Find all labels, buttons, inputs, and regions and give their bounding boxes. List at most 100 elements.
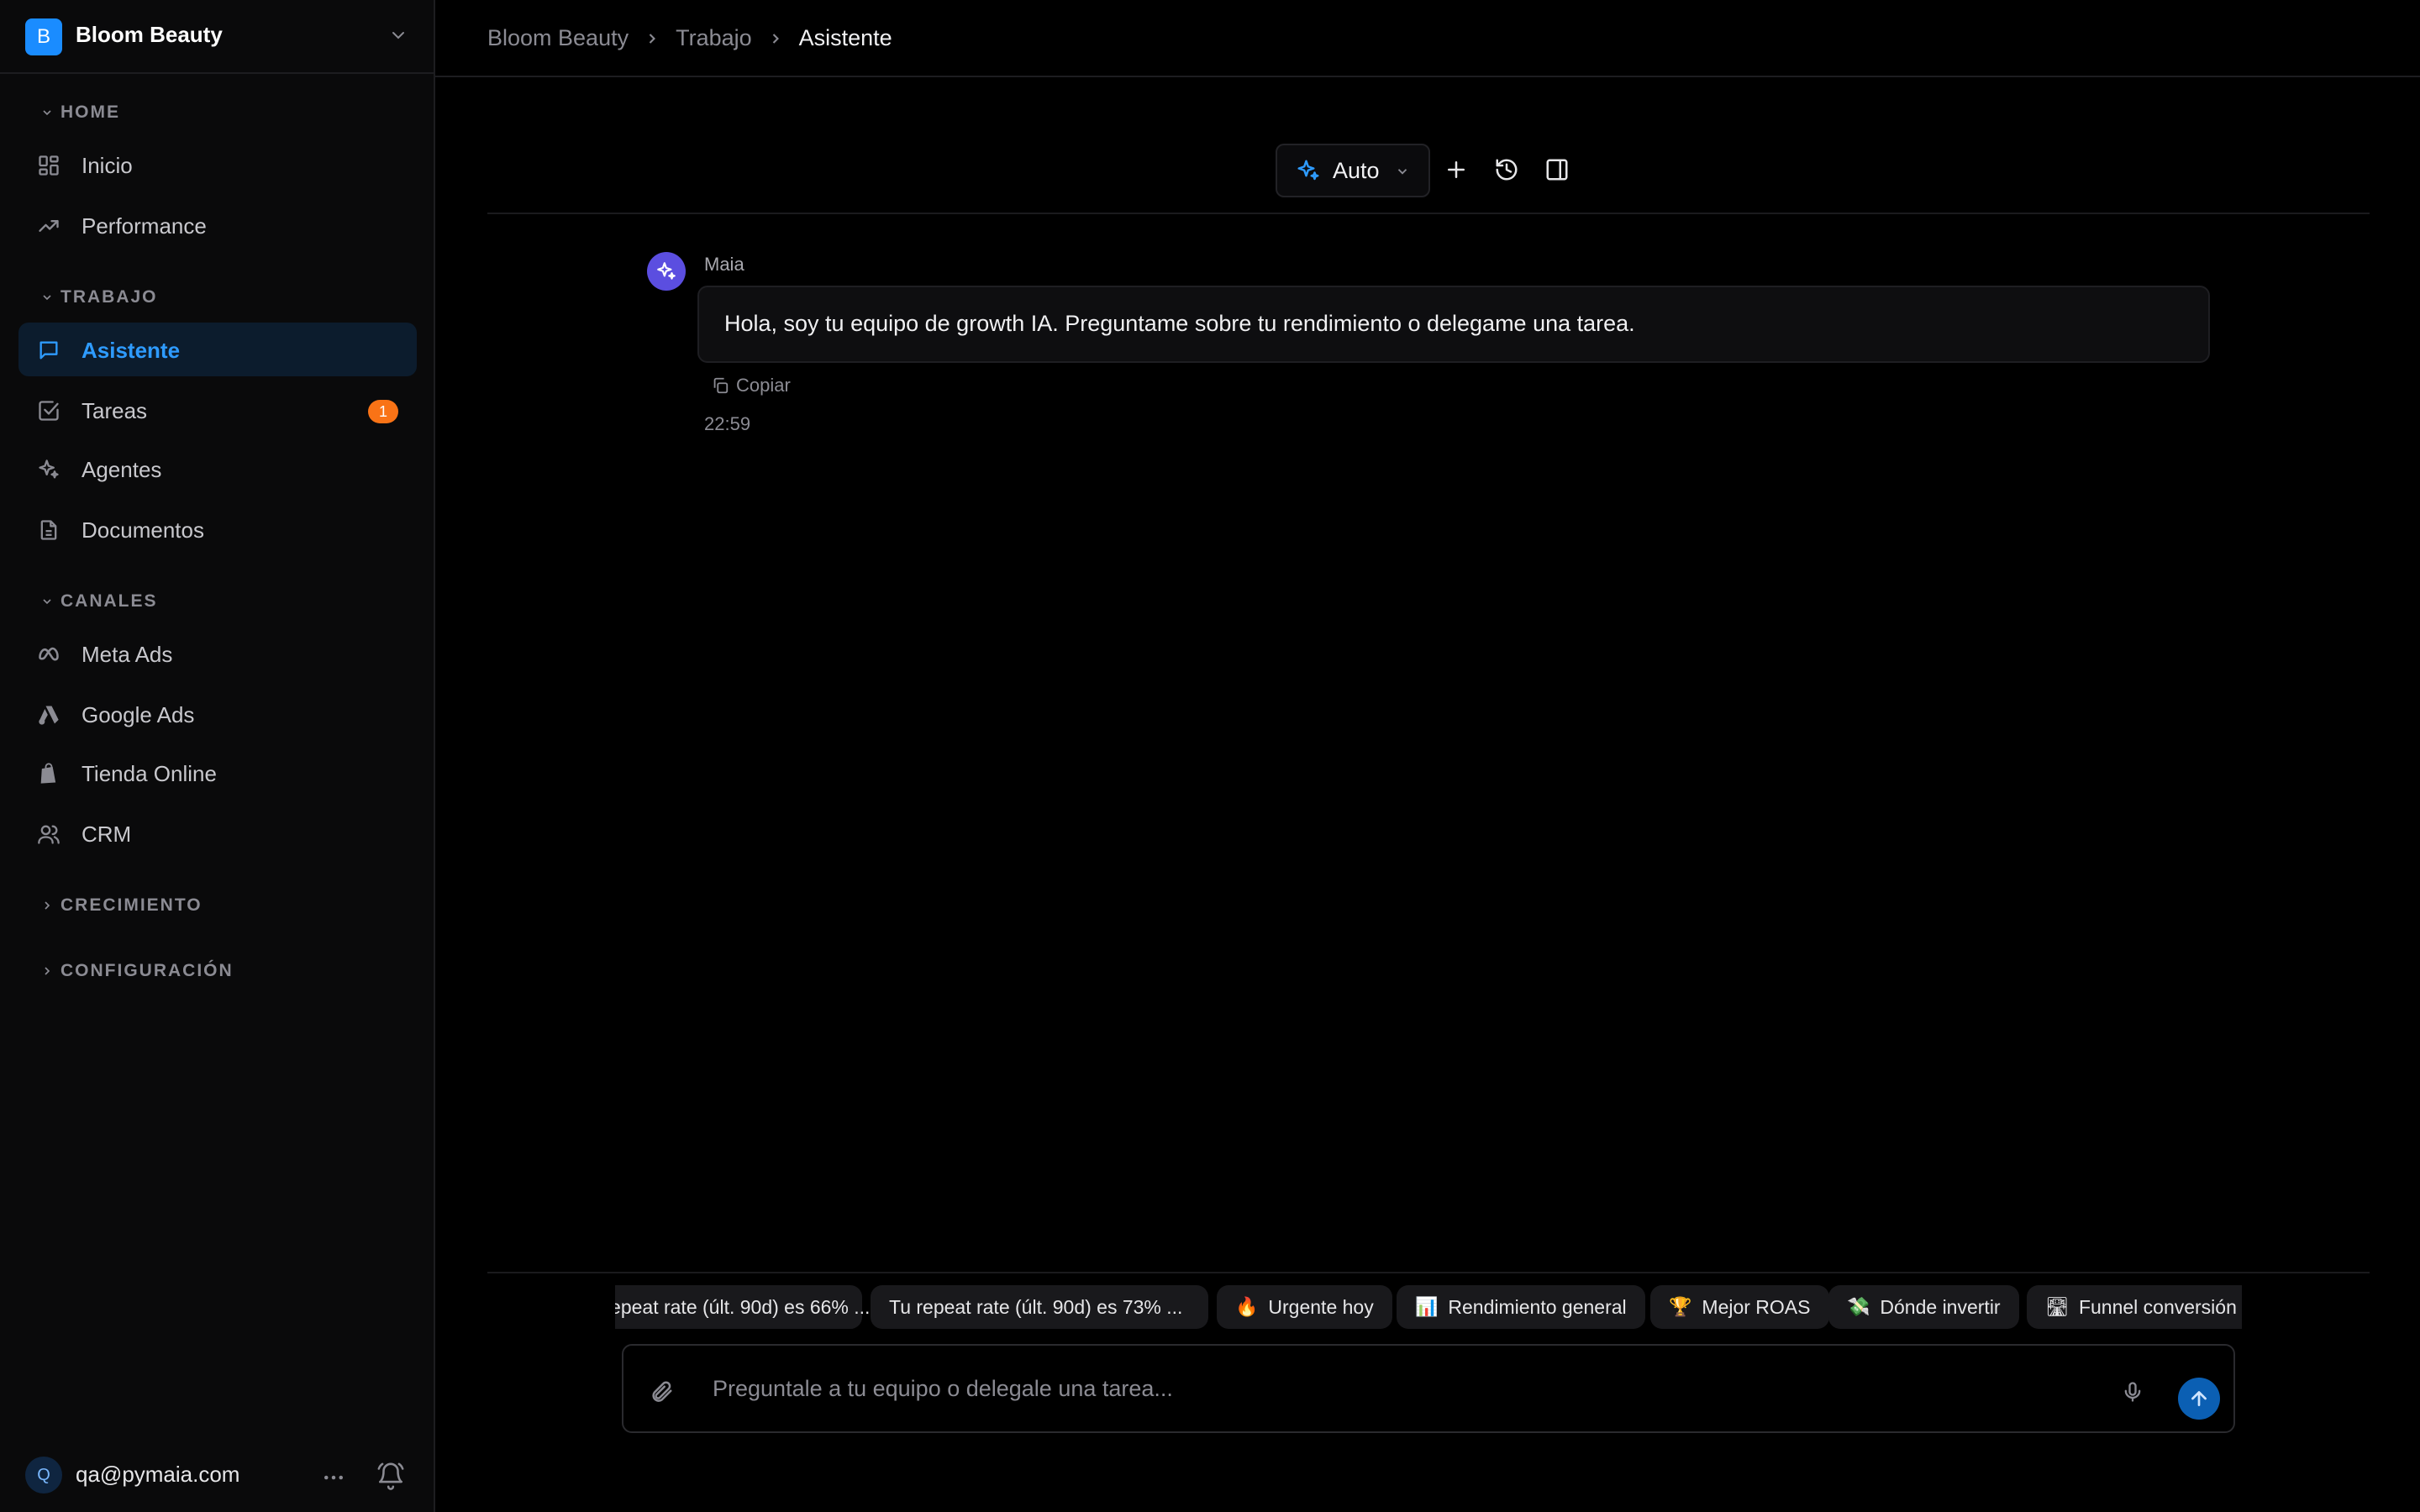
trophy-icon: 🏆 [1669,1296,1692,1317]
user-bar: Q qa@pymaia.com [0,1445,434,1512]
chip-label: Tu repeat rate (últ. 90d) es 66% ... [615,1295,871,1318]
users-icon [38,825,60,844]
sidebar-item-performance[interactable]: Performance [18,198,417,252]
section-crecimiento[interactable]: CRECIMIENTO [40,895,203,916]
fire-icon: 🔥 [1235,1296,1259,1317]
microphone-icon[interactable] [2121,1379,2144,1404]
chip-label: Mejor ROAS [1702,1295,1811,1318]
section-label: CONFIGURACIÓN [60,961,234,980]
trending-up-icon [39,220,59,232]
section-canales[interactable]: CANALES [40,591,158,612]
workspace-switcher[interactable]: B Bloom Beauty [0,0,434,74]
message-timestamp: 22:59 [704,413,751,434]
suggestion-chip[interactable]: 🛣 Funnel conversión [2027,1285,2242,1329]
sidebar-item-label: Agentes [82,457,162,482]
chevron-down-icon [1397,169,1407,175]
sidebar-item-google-ads[interactable]: Google Ads [18,687,417,741]
sidebar-item-label: Performance [82,213,207,239]
sidebar-item-tienda-online[interactable]: Tienda Online [18,746,417,800]
paperclip-icon[interactable] [649,1379,674,1404]
breadcrumb-section[interactable]: Trabajo [676,25,752,51]
sparkles-icon [39,459,59,479]
suggestion-chip[interactable]: Tu repeat rate (últ. 90d) es 73% ... [871,1285,1208,1329]
road-icon: 🛣 [2045,1296,2069,1317]
sparkles-icon [657,262,676,280]
tasks-count-badge: 1 [368,400,398,423]
mode-selector-button[interactable]: Auto [1276,144,1430,197]
section-configuracion[interactable]: CONFIGURACIÓN [40,961,234,981]
section-label: TRABAJO [60,287,158,307]
arrow-up-icon [2191,1391,2207,1406]
sidebar-item-label: Tareas [82,398,148,423]
copy-icon [713,377,729,394]
breadcrumb: Bloom Beauty Trabajo Asistente [487,25,892,51]
copy-button[interactable]: Copiar [711,375,791,396]
chevron-down-icon [43,110,51,116]
chevron-down-icon [43,295,51,301]
section-trabajo[interactable]: TRABAJO [40,287,158,307]
shopify-bag-icon [40,763,56,784]
chip-label: Funnel conversión [2078,1295,2237,1318]
message-composer [622,1344,2235,1433]
sidebar-item-label: CRM [82,822,132,847]
sidebar-item-meta-ads[interactable]: Meta Ads [18,627,417,680]
assistant-avatar [647,252,686,291]
more-options-icon[interactable] [321,1465,346,1490]
sidebar-item-crm[interactable]: CRM [18,806,417,860]
money-icon: 💸 [1847,1296,1870,1317]
copy-label: Copiar [736,375,791,396]
toggle-panel-icon[interactable] [1544,157,1570,182]
history-icon[interactable] [1494,157,1519,182]
chevron-right-icon [45,967,50,975]
chevron-right-icon [772,33,779,44]
document-icon [40,520,57,540]
bar-chart-icon: 📊 [1415,1296,1439,1317]
divider [487,1272,2370,1273]
sidebar-item-label: Asistente [82,338,181,363]
sidebar-item-label: Inicio [82,153,133,178]
sidebar-item-label: Meta Ads [82,642,173,667]
chevron-down-icon[interactable] [388,25,408,45]
sidebar-item-asistente[interactable]: Asistente [18,323,417,376]
assistant-message-text: Hola, soy tu equipo de growth IA. Pregun… [724,311,1635,336]
chip-label: Tu repeat rate (últ. 90d) es 73% ... [889,1295,1183,1318]
chat-icon [39,341,58,360]
suggestion-chip[interactable]: 🏆 Mejor ROAS [1650,1285,1829,1329]
suggestion-chip[interactable]: Tu repeat rate (últ. 90d) es 66% ... [615,1285,870,1329]
top-bar: Bloom Beauty Trabajo Asistente [435,0,2420,77]
sidebar-item-agentes[interactable]: Agentes [18,442,417,496]
sparkles-icon [1297,160,1319,181]
sidebar: B Bloom Beauty HOME Inicio Performance T… [0,0,435,1512]
section-label: CRECIMIENTO [60,895,203,915]
chip-label: Rendimiento general [1448,1295,1627,1318]
sidebar-item-inicio[interactable]: Inicio [18,138,417,192]
suggestion-chip[interactable]: 🔥 Urgente hoy [1217,1285,1392,1329]
chip-label: Urgente hoy [1268,1295,1374,1318]
sidebar-item-tareas[interactable]: Tareas 1 [18,383,417,437]
dashboard-icon [39,155,59,176]
avatar[interactable]: Q [25,1457,62,1494]
assistant-message-bubble: Hola, soy tu equipo de growth IA. Pregun… [697,286,2210,363]
sidebar-item-label: Tienda Online [82,761,217,786]
send-button[interactable] [2178,1378,2220,1420]
sidebar-item-documentos[interactable]: Documentos [18,502,417,556]
chevron-down-icon [43,599,51,605]
sidebar-item-label: Google Ads [82,702,195,727]
google-ads-logo-icon [39,706,59,725]
meta-logo-icon [39,647,59,661]
user-email[interactable]: qa@pymaia.com [76,1462,239,1488]
chip-label: Dónde invertir [1880,1295,2001,1318]
chat-input[interactable] [711,1369,1887,1408]
section-label: CANALES [60,591,158,611]
section-home[interactable]: HOME [40,102,120,123]
breadcrumb-current: Asistente [798,25,892,50]
new-chat-plus-icon[interactable] [1444,157,1469,182]
workspace-name: Bloom Beauty [76,22,223,47]
chevron-right-icon [45,901,50,910]
suggestion-chip[interactable]: 📊 Rendimiento general [1397,1285,1645,1329]
notifications-bell-icon[interactable] [376,1462,405,1490]
suggestion-chip[interactable]: 💸 Dónde invertir [1828,1285,2019,1329]
suggestion-chips: Tu repeat rate (últ. 90d) es 66% ... Tu … [615,1285,2242,1332]
mode-label: Auto [1333,157,1380,183]
breadcrumb-workspace[interactable]: Bloom Beauty [487,25,629,51]
